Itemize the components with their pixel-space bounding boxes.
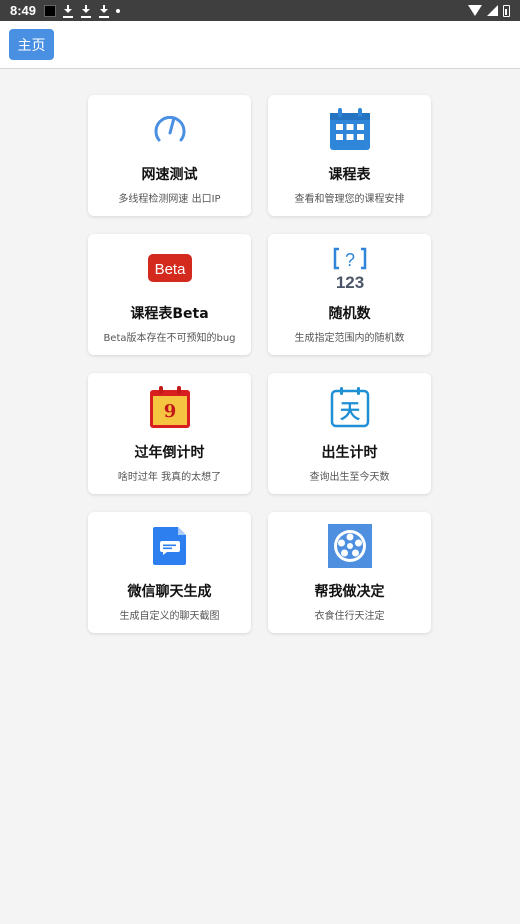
status-time: 8:49 <box>10 3 37 18</box>
svg-text:?: ? <box>344 250 354 270</box>
decision-wheel-icon <box>327 524 372 568</box>
app-notification-icon <box>44 4 57 17</box>
card-birth-timer[interactable]: 天 出生计时 查询出生至今天数 <box>268 373 431 494</box>
tool-grid: 网速测试 多线程检测网速 出口IP 课程表 查看和管理您的课程安排 Beta 课… <box>88 95 432 633</box>
card-new-year-countdown[interactable]: 9 过年倒计时 啥时过年 我真的太想了 <box>88 373 251 494</box>
signal-icon <box>487 5 498 16</box>
card-title: 过年倒计时 <box>134 445 205 461</box>
battery-icon <box>503 4 510 17</box>
card-title: 课程表Beta <box>130 306 209 322</box>
card-course-schedule-beta[interactable]: Beta 课程表Beta Beta版本存在不可预知的bug <box>88 234 251 355</box>
card-random-number[interactable]: ? 123 随机数 生成指定范围内的随机数 <box>268 234 431 355</box>
more-notifications-icon <box>116 8 121 13</box>
chat-document-icon <box>148 524 192 568</box>
svg-text:123: 123 <box>335 273 363 290</box>
birth-calendar-icon: 天 <box>328 385 372 429</box>
svg-text:天: 天 <box>340 399 361 423</box>
card-subtitle: 生成指定范围内的随机数 <box>294 333 405 344</box>
card-subtitle: 查询出生至今天数 <box>309 472 390 483</box>
card-subtitle: 查看和管理您的课程安排 <box>294 194 405 205</box>
system-icons <box>468 4 510 17</box>
card-subtitle: Beta版本存在不可预知的bug <box>103 333 236 344</box>
notification-icons <box>44 4 121 18</box>
home-button[interactable]: 主页 <box>9 29 54 60</box>
svg-text:Beta: Beta <box>154 261 186 278</box>
card-speed-test[interactable]: 网速测试 多线程检测网速 出口IP <box>88 95 251 216</box>
card-wechat-chat-generator[interactable]: 微信聊天生成 生成自定义的聊天截图 <box>88 512 251 633</box>
speedometer-icon <box>148 107 192 151</box>
card-title: 课程表 <box>328 167 371 183</box>
beta-badge-icon: Beta <box>147 246 192 290</box>
download-icon <box>98 4 110 18</box>
download-icon <box>62 4 74 18</box>
card-subtitle: 多线程检测网速 出口IP <box>118 194 221 205</box>
card-title: 网速测试 <box>141 167 198 183</box>
card-decision-maker[interactable]: 帮我做决定 衣食住行天注定 <box>268 512 431 633</box>
card-subtitle: 衣食住行天注定 <box>314 611 385 622</box>
card-title: 帮我做决定 <box>314 584 385 600</box>
card-subtitle: 生成自定义的聊天截图 <box>119 611 220 622</box>
svg-text:9: 9 <box>163 401 176 422</box>
random-number-icon: ? 123 <box>328 246 372 290</box>
status-bar: 8:49 <box>0 0 520 21</box>
card-title: 出生计时 <box>321 445 378 461</box>
app-bar: 主页 <box>0 21 520 69</box>
download-icon <box>80 4 92 18</box>
card-course-schedule[interactable]: 课程表 查看和管理您的课程安排 <box>268 95 431 216</box>
wifi-icon <box>468 5 482 16</box>
card-title: 随机数 <box>328 306 371 322</box>
new-year-calendar-icon: 9 <box>148 385 192 429</box>
card-subtitle: 啥时过年 我真的太想了 <box>117 472 222 483</box>
card-title: 微信聊天生成 <box>127 584 212 600</box>
calendar-icon <box>328 107 372 151</box>
